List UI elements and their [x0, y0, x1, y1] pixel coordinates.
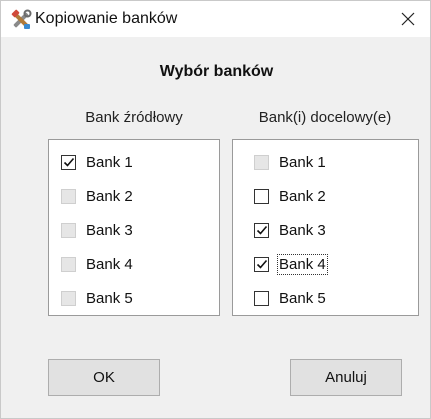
checkbox-label: Bank 2 — [86, 187, 133, 205]
checkbox-label: Bank 3 — [279, 221, 326, 239]
source-bank-list: Bank 1 Bank 2 Bank 3 Bank 4 Bank 5 — [48, 139, 220, 316]
close-icon — [401, 12, 415, 26]
source-bank-checkbox-2: Bank 2 — [61, 184, 133, 208]
checkbox-unchecked-icon — [61, 188, 76, 204]
checkbox-label: Bank 5 — [86, 289, 133, 307]
checkbox-label: Bank 1 — [86, 153, 133, 171]
ok-button[interactable]: OK — [48, 359, 160, 396]
window-title: Kopiowanie banków — [35, 10, 178, 27]
source-bank-checkbox-3: Bank 3 — [61, 218, 133, 242]
source-bank-checkbox-5: Bank 5 — [61, 286, 133, 310]
source-bank-label: Bank źródłowy — [85, 109, 183, 126]
checkbox-label: Bank 5 — [279, 289, 326, 307]
checkbox-unchecked-icon — [61, 256, 76, 272]
checkbox-label: Bank 4 — [86, 255, 133, 273]
cancel-button[interactable]: Anuluj — [290, 359, 402, 396]
checkbox-label: Bank 3 — [86, 221, 133, 239]
destination-bank-checkbox-1: Bank 1 — [254, 150, 326, 174]
title-bar: Kopiowanie banków — [1, 1, 430, 37]
checkbox-unchecked-icon — [254, 154, 269, 170]
destination-bank-list: Bank 1 Bank 2 Bank 3 Bank 4 Bank 5 — [232, 139, 419, 316]
checkbox-checked-icon[interactable] — [254, 222, 269, 238]
checkbox-unchecked-icon[interactable] — [254, 188, 269, 204]
checkbox-unchecked-icon — [61, 222, 76, 238]
destination-bank-checkbox-5[interactable]: Bank 5 — [254, 286, 326, 310]
checkbox-unchecked-icon[interactable] — [254, 290, 269, 306]
checkbox-checked-icon[interactable] — [61, 154, 76, 170]
source-bank-checkbox-4: Bank 4 — [61, 252, 133, 276]
checkbox-label: Bank 2 — [279, 187, 326, 205]
checkbox-label: Bank 1 — [279, 153, 326, 171]
checkbox-unchecked-icon — [61, 290, 76, 306]
destination-bank-label: Bank(i) docelowy(e) — [258, 109, 392, 126]
destination-bank-checkbox-4[interactable]: Bank 4 — [254, 252, 328, 276]
tools-icon — [11, 9, 32, 29]
dialog-window: Kopiowanie banków Wybór banków Bank źród… — [0, 0, 431, 419]
checkbox-label: Bank 4 — [277, 253, 328, 275]
destination-bank-checkbox-3[interactable]: Bank 3 — [254, 218, 326, 242]
close-button[interactable] — [386, 1, 430, 37]
checkbox-checked-icon[interactable] — [254, 256, 269, 272]
destination-bank-checkbox-2[interactable]: Bank 2 — [254, 184, 326, 208]
source-bank-checkbox-1[interactable]: Bank 1 — [61, 150, 133, 174]
dialog-heading: Wybór banków — [159, 63, 274, 80]
